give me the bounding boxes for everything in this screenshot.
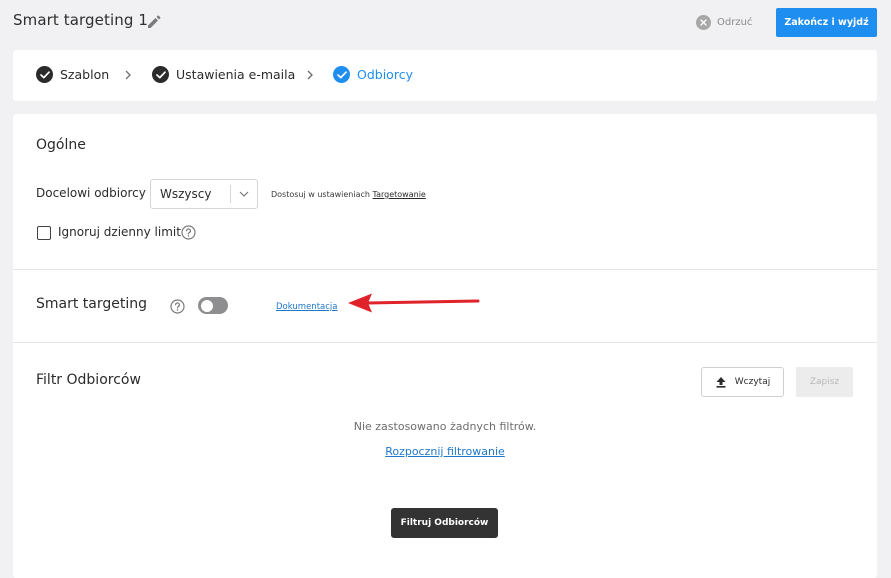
section-divider xyxy=(13,269,877,270)
load-label: Wczytaj xyxy=(734,377,771,387)
step-label: Szablon xyxy=(60,67,110,82)
pencil-icon[interactable] xyxy=(146,14,162,30)
wizard-steps: Szablon Ustawienia e-maila Odbiorcy xyxy=(13,50,877,101)
chevron-right-icon xyxy=(125,70,131,80)
targeting-settings-link[interactable]: Targetowanie xyxy=(373,190,426,199)
discard-button[interactable]: Odrzuć xyxy=(696,13,752,31)
save-filter-button[interactable]: Zapisz xyxy=(796,367,853,397)
step-recipients[interactable]: Odbiorcy xyxy=(333,66,413,83)
annotation-arrow-icon xyxy=(348,293,480,313)
top-bar: Smart targeting 1 Odrzuć Zakończ i wyjdź xyxy=(0,0,891,46)
help-icon[interactable] xyxy=(181,225,196,240)
start-filtering-link: Rozpocznij filtrowanie xyxy=(13,445,877,458)
smart-targeting-toggle[interactable] xyxy=(198,297,228,314)
step-label: Odbiorcy xyxy=(357,67,413,82)
step-template[interactable]: Szablon xyxy=(36,66,109,83)
check-circle-icon xyxy=(152,66,169,83)
section-title-smart-targeting: Smart targeting xyxy=(36,296,148,312)
ignore-daily-limit-checkbox[interactable] xyxy=(37,226,51,240)
check-circle-icon xyxy=(36,66,53,83)
no-filters-message: Nie zastosowano żadnych filtrów. xyxy=(353,420,537,433)
targeting-hint: Dostosuj w ustawieniach Targetowanie xyxy=(271,190,426,199)
start-filtering-link-text[interactable]: Rozpocznij filtrowanie xyxy=(385,445,505,458)
ignore-daily-limit-label: Ignoruj dzienny limit xyxy=(58,225,181,239)
recipients-card: Ogólne Docelowi odbiorcy Wszyscy Dostosu… xyxy=(13,114,877,578)
finish-and-exit-button[interactable]: Zakończ i wyjdź xyxy=(776,8,877,37)
chevron-down-icon xyxy=(231,179,257,209)
hint-text: Dostosuj w ustawieniach xyxy=(271,190,370,199)
section-divider xyxy=(13,342,877,343)
filter-recipients-button[interactable]: Filtruj Odbiorców xyxy=(391,508,498,538)
chevron-right-icon xyxy=(307,70,313,80)
section-title-filter: Filtr Odbiorców xyxy=(36,372,141,388)
toggle-knob xyxy=(201,299,213,312)
close-icon xyxy=(696,14,711,30)
section-title-general: Ogólne xyxy=(36,137,86,153)
select-value: Wszyscy xyxy=(160,187,212,201)
upload-icon xyxy=(716,377,726,388)
target-recipients-select[interactable]: Wszyscy xyxy=(150,179,258,209)
help-icon[interactable] xyxy=(170,299,185,314)
step-label: Ustawienia e-maila xyxy=(176,67,296,82)
discard-label: Odrzuć xyxy=(717,16,753,28)
check-circle-icon xyxy=(333,66,350,83)
load-filter-button[interactable]: Wczytaj xyxy=(701,367,784,397)
target-recipients-label: Docelowi odbiorcy xyxy=(36,186,146,200)
step-email-settings[interactable]: Ustawienia e-maila xyxy=(152,66,295,83)
documentation-link[interactable]: Dokumentacja xyxy=(276,302,337,312)
page-title: Smart targeting 1 xyxy=(13,11,148,29)
